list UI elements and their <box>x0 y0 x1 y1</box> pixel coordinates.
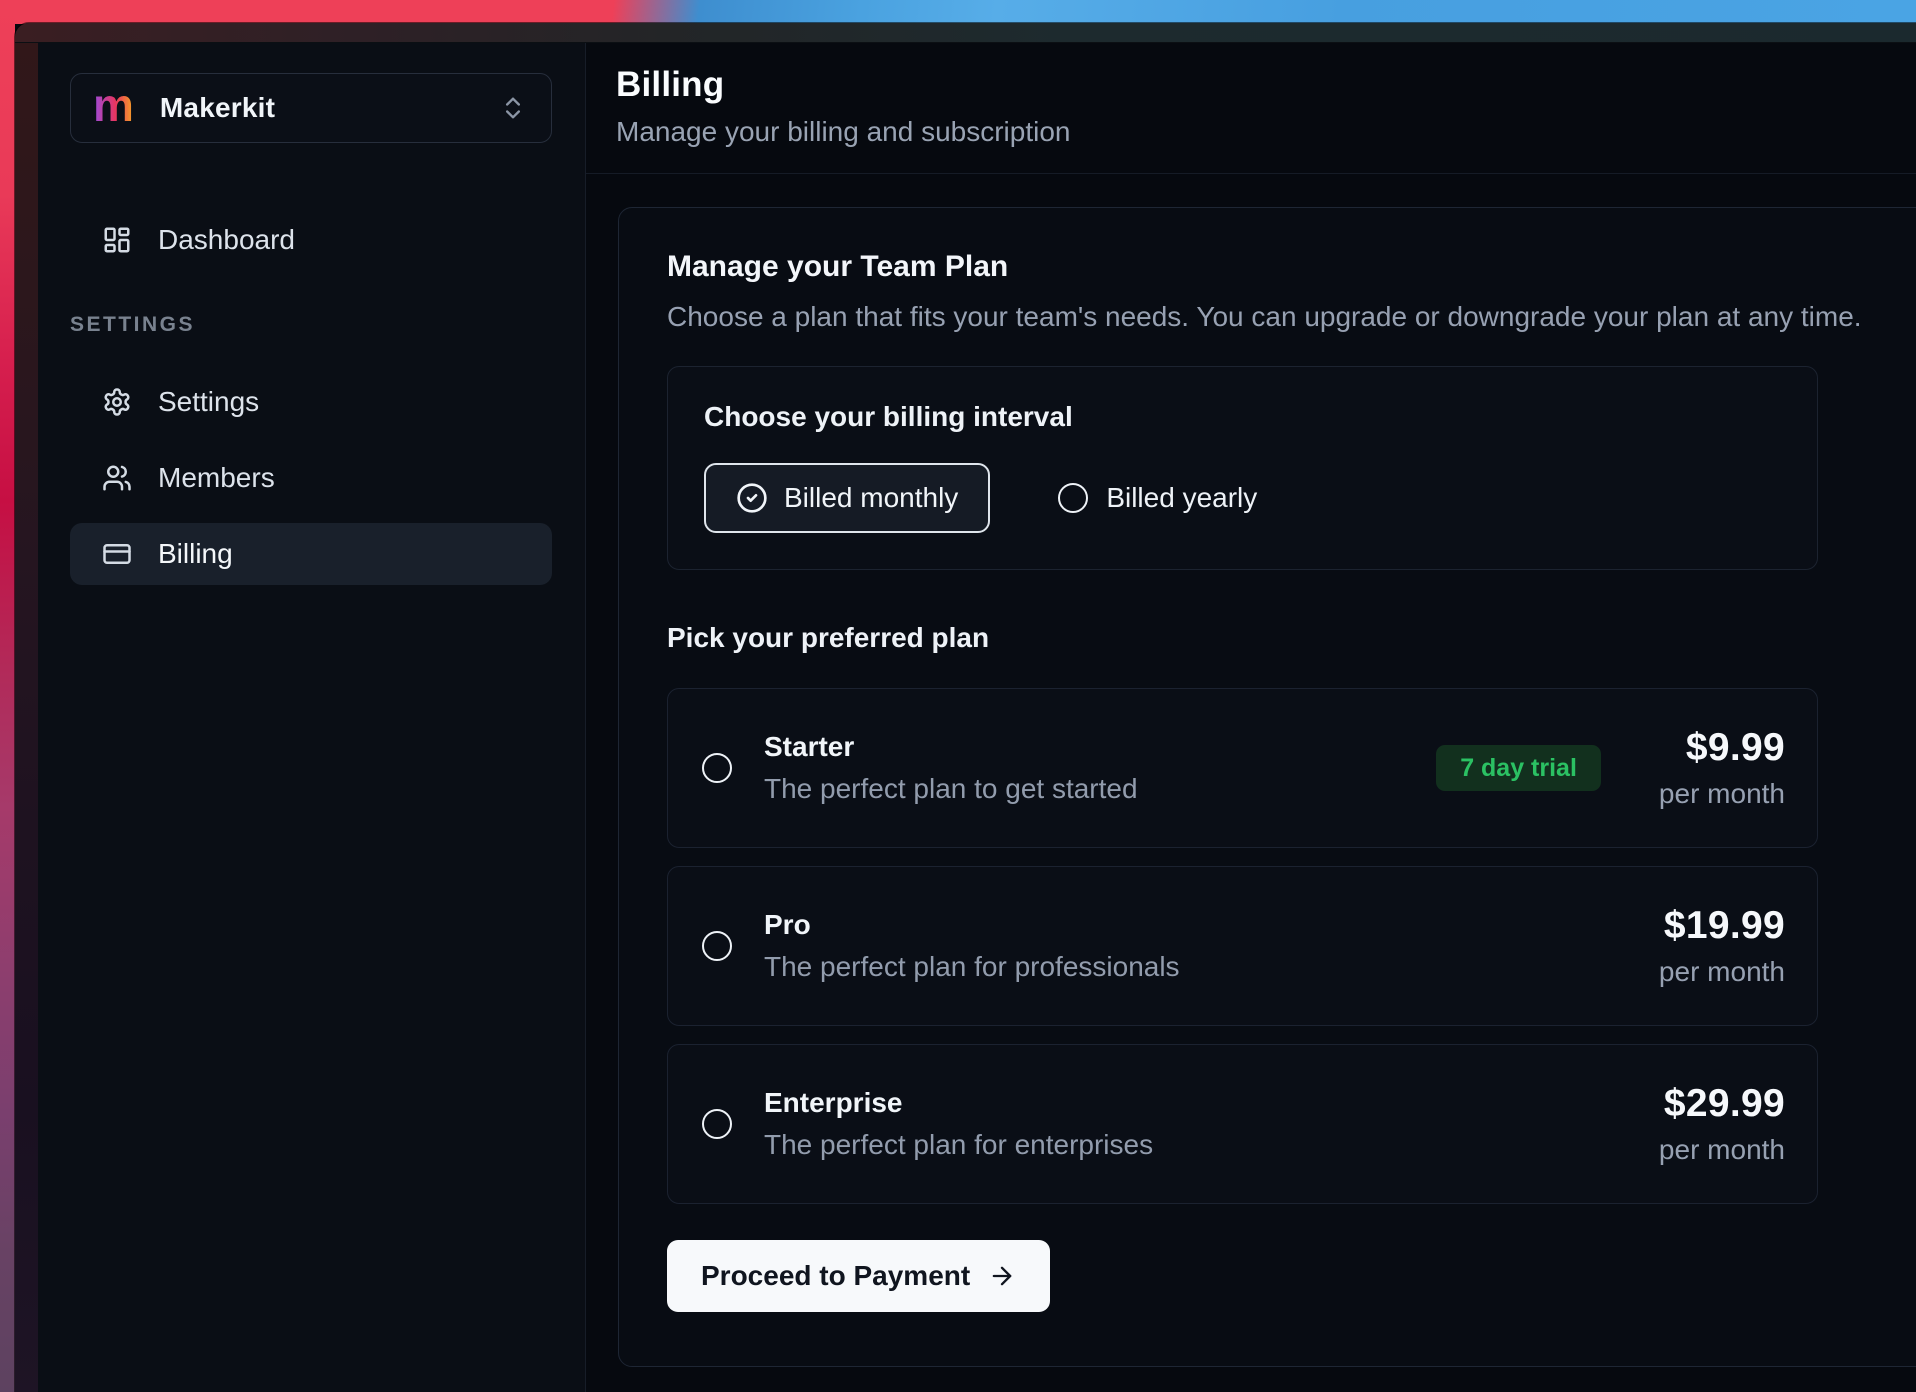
plan-price: $9.99 <box>1686 726 1785 770</box>
billed-monthly-label: Billed monthly <box>784 482 958 514</box>
sidebar-item-label: Members <box>158 462 275 494</box>
plan-texts: Starter The perfect plan to get started <box>764 731 1138 805</box>
plan-period: per month <box>1659 956 1785 988</box>
plans-label: Pick your preferred plan <box>667 622 1881 654</box>
users-icon <box>102 463 132 493</box>
plan-name: Enterprise <box>764 1087 1153 1119</box>
plan-row-enterprise[interactable]: Enterprise The perfect plan for enterpri… <box>667 1044 1818 1204</box>
price-block: $19.99 per month <box>1659 904 1785 988</box>
radio-unselected-icon[interactable] <box>702 931 732 961</box>
page-header: Billing Manage your billing and subscrip… <box>586 43 1916 151</box>
page-title: Billing <box>616 63 1890 107</box>
billing-interval-label: Choose your billing interval <box>704 401 1781 433</box>
sidebar-item-label: Dashboard <box>158 224 295 256</box>
plan-price: $19.99 <box>1664 904 1785 948</box>
plan-price: $29.99 <box>1664 1082 1785 1126</box>
sidebar-item-billing[interactable]: Billing <box>70 523 552 585</box>
plan-texts: Pro The perfect plan for professionals <box>764 909 1180 983</box>
workspace-selector[interactable]: m Makerkit <box>70 73 552 143</box>
main-content: Billing Manage your billing and subscrip… <box>586 43 1916 1392</box>
gear-icon <box>102 387 132 417</box>
card-description: Choose a plan that fits your team's need… <box>667 298 1881 336</box>
window-titlebar[interactable] <box>15 23 1916 43</box>
plan-right: 7 day trial $9.99 per month <box>1436 726 1785 810</box>
plan-row-pro[interactable]: Pro The perfect plan for professionals $… <box>667 866 1818 1026</box>
billed-yearly-option[interactable]: Billed yearly <box>1058 482 1257 514</box>
trial-badge: 7 day trial <box>1436 745 1601 791</box>
sidebar-nav: Dashboard SETTINGS Settings Members <box>70 209 553 585</box>
window-left-frame <box>15 43 38 1392</box>
header-divider <box>586 173 1916 174</box>
plan-description: The perfect plan to get started <box>764 773 1138 805</box>
sidebar-item-members[interactable]: Members <box>70 447 552 509</box>
card-title: Manage your Team Plan <box>667 248 1881 286</box>
billed-yearly-label: Billed yearly <box>1106 482 1257 514</box>
radio-unselected-icon[interactable] <box>702 1109 732 1139</box>
sidebar-item-settings[interactable]: Settings <box>70 371 552 433</box>
sidebar: m Makerkit Dashboard SETTINGS <box>38 43 586 1392</box>
desktop: m Makerkit Dashboard SETTINGS <box>0 0 1916 1392</box>
plan-description: The perfect plan for enterprises <box>764 1129 1153 1161</box>
plan-name: Pro <box>764 909 1180 941</box>
sidebar-section-settings: SETTINGS <box>70 313 553 337</box>
sidebar-item-label: Settings <box>158 386 259 418</box>
credit-card-icon <box>102 539 132 569</box>
plan-period: per month <box>1659 778 1785 810</box>
plan-description: The perfect plan for professionals <box>764 951 1180 983</box>
workspace-name: Makerkit <box>160 92 275 124</box>
team-plan-card: Manage your Team Plan Choose a plan that… <box>618 207 1916 1367</box>
price-block: $29.99 per month <box>1659 1082 1785 1166</box>
chevrons-up-down-icon <box>499 94 527 122</box>
window-body: m Makerkit Dashboard SETTINGS <box>15 43 1916 1392</box>
proceed-to-payment-button[interactable]: Proceed to Payment <box>667 1240 1050 1312</box>
sidebar-item-dashboard[interactable]: Dashboard <box>70 209 552 271</box>
wallpaper-left-strip <box>0 0 15 1392</box>
dashboard-icon <box>102 225 132 255</box>
price-block: $9.99 per month <box>1659 726 1785 810</box>
circle-check-icon <box>736 482 768 514</box>
radio-unselected-icon <box>1058 483 1088 513</box>
page-subtitle: Manage your billing and subscription <box>616 113 1890 151</box>
plan-right: $19.99 per month <box>1659 904 1785 988</box>
sidebar-item-label: Billing <box>158 538 233 570</box>
plan-texts: Enterprise The perfect plan for enterpri… <box>764 1087 1153 1161</box>
plan-name: Starter <box>764 731 1138 763</box>
proceed-to-payment-label: Proceed to Payment <box>701 1260 970 1292</box>
radio-unselected-icon[interactable] <box>702 753 732 783</box>
makerkit-logo: m <box>93 82 134 128</box>
plan-right: $29.99 per month <box>1659 1082 1785 1166</box>
plan-period: per month <box>1659 1134 1785 1166</box>
billing-interval-box: Choose your billing interval Billed mont… <box>667 366 1818 570</box>
plan-row-starter[interactable]: Starter The perfect plan to get started … <box>667 688 1818 848</box>
billing-interval-options: Billed monthly Billed yearly <box>704 463 1781 533</box>
wallpaper-top-strip <box>0 0 1916 24</box>
arrow-right-icon <box>988 1262 1016 1290</box>
app-window: m Makerkit Dashboard SETTINGS <box>15 23 1916 1392</box>
billed-monthly-option[interactable]: Billed monthly <box>704 463 990 533</box>
